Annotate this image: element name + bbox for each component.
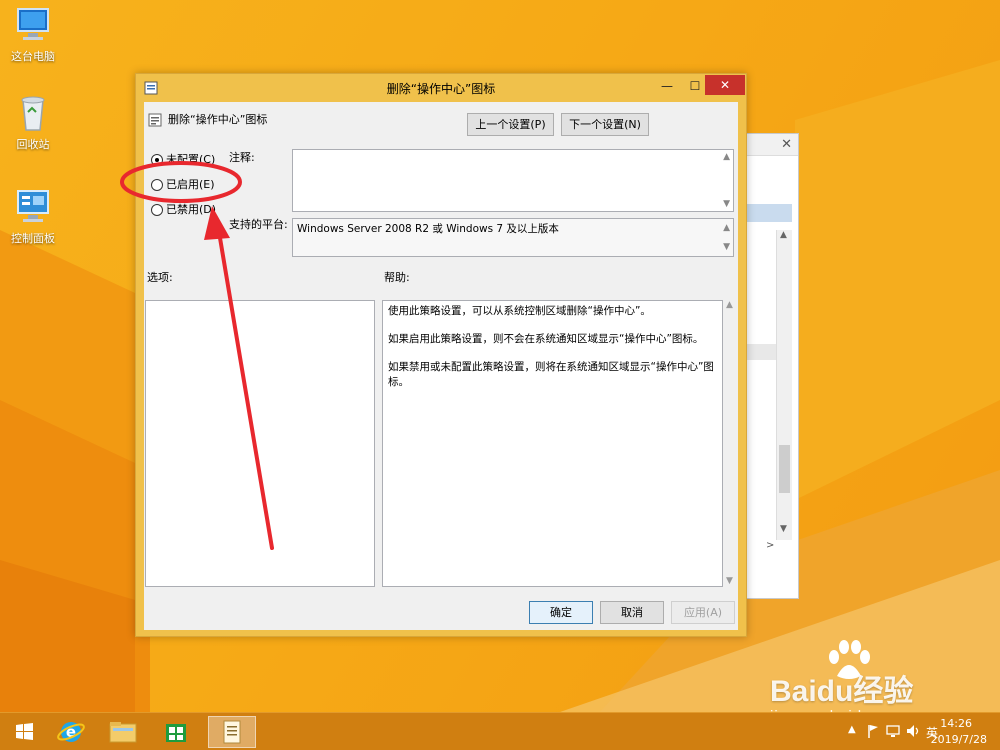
system-tray: ▲ 英 14:26 2019/7/28 (840, 713, 1000, 750)
taskbar-store[interactable] (155, 716, 197, 748)
volume-icon[interactable] (906, 724, 922, 738)
clock-date[interactable]: 2019/7/28 (931, 733, 987, 746)
folder-icon (109, 722, 137, 743)
annotation-ellipse (120, 161, 242, 203)
taskbar-policy-editor[interactable] (208, 716, 256, 748)
network-icon[interactable] (886, 724, 902, 738)
internet-explorer-icon: e (57, 722, 85, 742)
document-icon (223, 720, 241, 744)
annotation-arrow-shaft (216, 224, 274, 550)
store-icon (166, 724, 186, 742)
taskbar-file-explorer[interactable] (102, 716, 144, 748)
chevron-up-icon[interactable]: ▲ (848, 724, 856, 735)
watermark-brand: Baidu经验 (770, 675, 914, 708)
annotation-arrow-head (204, 206, 230, 240)
taskbar: e ▲ 英 14:26 2019/7/28 (0, 712, 1000, 750)
action-center-flag-icon[interactable] (866, 723, 880, 739)
taskbar-internet-explorer[interactable]: e (50, 716, 92, 748)
annotation-overlay (120, 161, 274, 550)
windows-logo-icon (16, 723, 33, 740)
start-button[interactable] (4, 716, 46, 748)
clock-time[interactable]: 14:26 (940, 717, 972, 730)
